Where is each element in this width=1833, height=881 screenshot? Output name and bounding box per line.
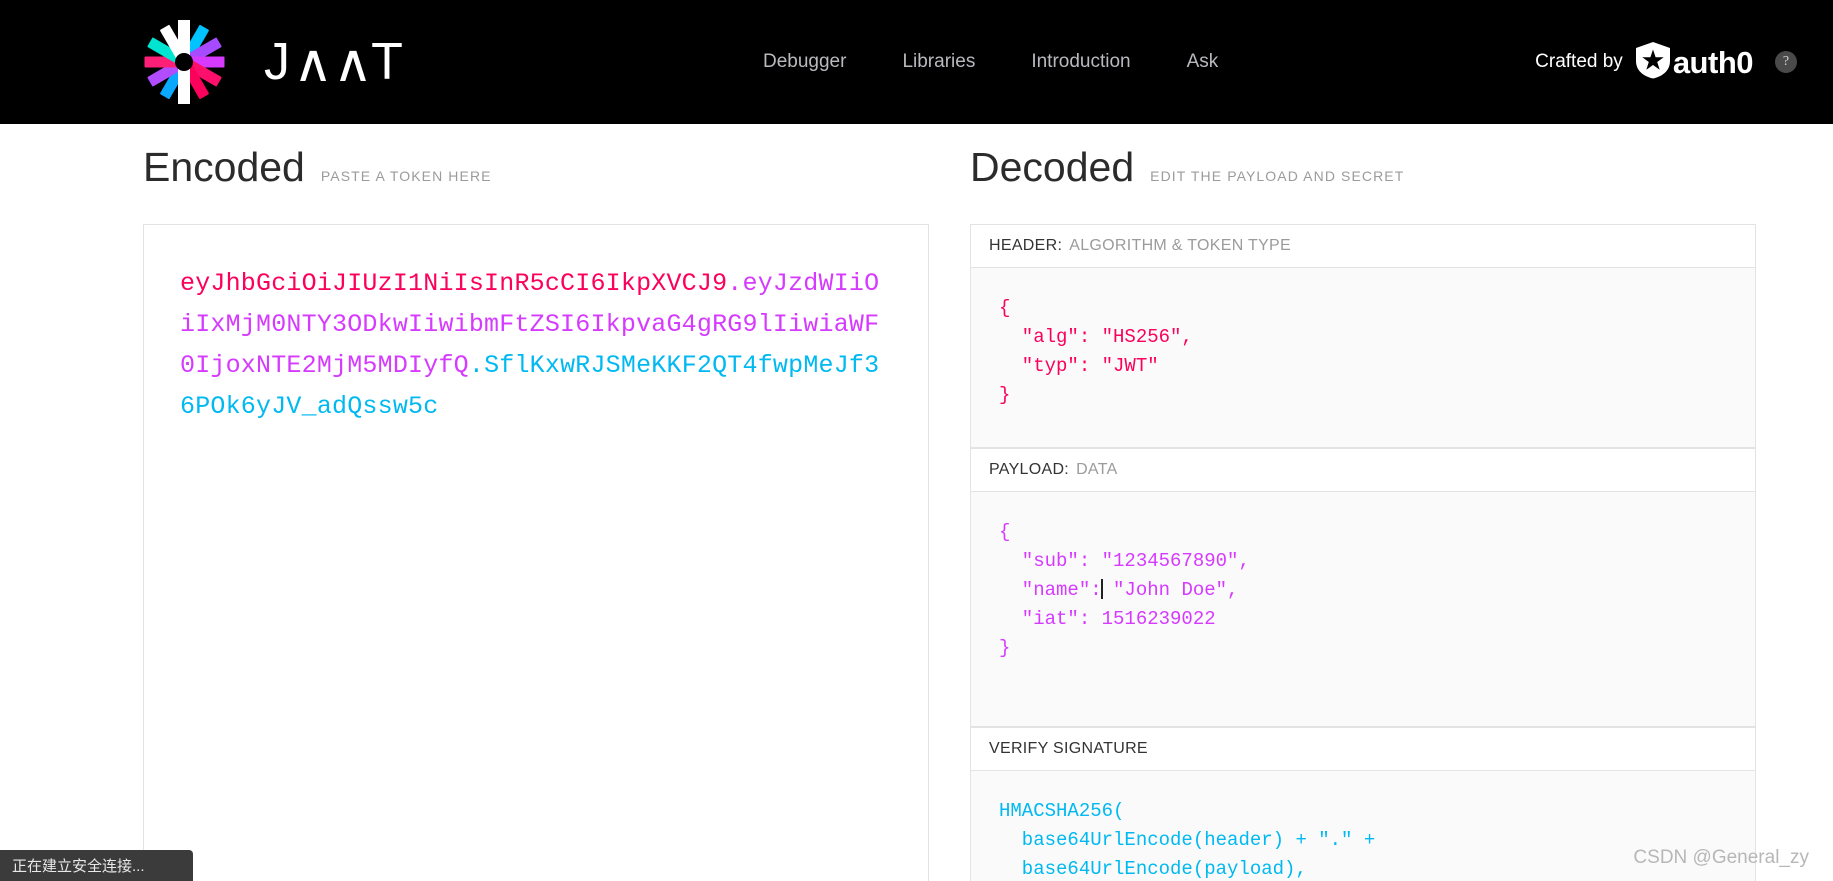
- decoded-signature-label: VERIFY SIGNATURE: [989, 740, 1148, 757]
- nav-item-ask[interactable]: Ask: [1159, 51, 1247, 73]
- token-header-segment: eyJhbGciOiJIUzI1NiIsInR5cCI6IkpXVCJ9: [180, 269, 728, 298]
- auth0-shield-star-icon: [1635, 41, 1671, 84]
- auth0-logo-link[interactable]: auth0: [1635, 41, 1754, 84]
- encoded-token-input[interactable]: eyJhbGciOiJIUzI1NiIsInR5cCI6IkpXVCJ9.eyJ…: [143, 224, 929, 881]
- brand-logo[interactable]: J∧∧T: [140, 18, 408, 106]
- decoded-payload-section: PAYLOAD: DATA { "sub": "1234567890", "na…: [970, 448, 1756, 727]
- csdn-watermark: CSDN @General_zy: [1633, 847, 1809, 868]
- decoded-title: Decoded: [970, 144, 1135, 190]
- decoded-payload-label: PAYLOAD:: [989, 461, 1070, 478]
- wordmark-t: T: [371, 33, 408, 91]
- auth0-wordmark: auth0: [1672, 44, 1754, 80]
- decoded-payload-json[interactable]: { "sub": "1234567890", "name": "John Doe…: [970, 492, 1756, 727]
- crafted-by-label: Crafted by: [1535, 51, 1623, 72]
- token-separator-2: .: [468, 351, 485, 380]
- top-navigation-bar: J∧∧T Debugger Libraries Introduction Ask…: [0, 0, 1833, 124]
- jwt-token-text[interactable]: eyJhbGciOiJIUzI1NiIsInR5cCI6IkpXVCJ9.eyJ…: [180, 263, 892, 427]
- wordmark-j: J: [264, 33, 295, 91]
- decoded-header-label-sub: ALGORITHM & TOKEN TYPE: [1069, 237, 1291, 254]
- jwt-debugger-page: J∧∧T Debugger Libraries Introduction Ask…: [0, 0, 1833, 881]
- jwt-petal-logo-icon: [140, 18, 228, 106]
- logo-center-dot: [175, 53, 193, 71]
- wordmark-w: ∧∧: [293, 35, 374, 93]
- encoded-panel-heading: Encoded PASTE A TOKEN HERE: [143, 147, 492, 188]
- jwt-wordmark: J∧∧T: [264, 33, 408, 93]
- decoded-signature-label-bar: VERIFY SIGNATURE: [970, 727, 1756, 771]
- nav-item-debugger[interactable]: Debugger: [735, 51, 874, 73]
- decoded-header-label: HEADER:: [989, 237, 1063, 254]
- nav-item-introduction[interactable]: Introduction: [1003, 51, 1158, 73]
- browser-status-bar: 正在建立安全连接...: [0, 850, 193, 881]
- encoded-title: Encoded: [143, 144, 305, 190]
- crafted-by-block: Crafted by auth0 ?: [1535, 0, 1797, 124]
- question-mark-circle-icon[interactable]: ?: [1775, 51, 1797, 73]
- nav-item-libraries[interactable]: Libraries: [874, 51, 1003, 73]
- decoded-subtitle: EDIT THE PAYLOAD AND SECRET: [1150, 168, 1405, 184]
- decoded-header-label-bar: HEADER: ALGORITHM & TOKEN TYPE: [970, 224, 1756, 268]
- decoded-header-section: HEADER: ALGORITHM & TOKEN TYPE { "alg": …: [970, 224, 1756, 448]
- decoded-panel-heading: Decoded EDIT THE PAYLOAD AND SECRET: [970, 147, 1404, 188]
- decoded-header-json[interactable]: { "alg": "HS256", "typ": "JWT" }: [970, 268, 1756, 448]
- encoded-subtitle: PASTE A TOKEN HERE: [320, 168, 492, 184]
- decoded-payload-label-sub: DATA: [1076, 461, 1118, 478]
- main-navigation: Debugger Libraries Introduction Ask: [735, 0, 1246, 124]
- token-separator-1: .: [727, 269, 743, 298]
- decoded-panel: HEADER: ALGORITHM & TOKEN TYPE { "alg": …: [970, 224, 1756, 881]
- decoded-payload-label-bar: PAYLOAD: DATA: [970, 448, 1756, 492]
